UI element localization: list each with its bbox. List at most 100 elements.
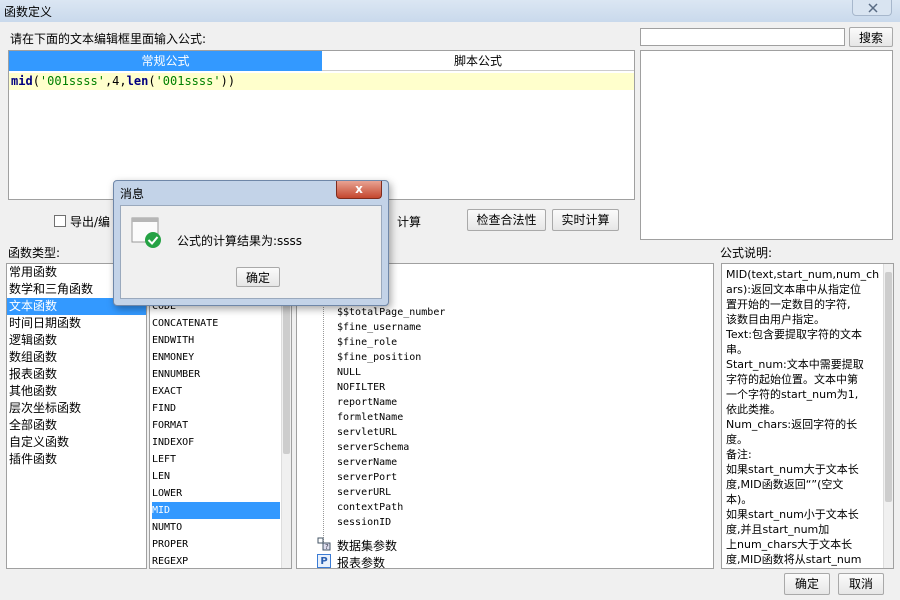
category-item[interactable]: 自定义函数: [7, 434, 146, 451]
function-list[interactable]: CODE CONCATENATE ENDWITH ENMONEY ENNUMBE…: [149, 263, 292, 569]
description-line: 置开始的一定数目的字符,: [726, 298, 851, 311]
window-titlebar: [0, 0, 900, 22]
parameter-tree[interactable]: 8] umber $$totalPage_number $fine_userna…: [296, 263, 714, 569]
formula-editor[interactable]: 常规公式 脚本公式 mid('001ssss',4,len('001ssss')…: [8, 50, 635, 200]
category-item[interactable]: 全部函数: [7, 417, 146, 434]
category-item[interactable]: 插件函数: [7, 451, 146, 468]
param-item[interactable]: serverPort: [337, 470, 445, 485]
close-icon: [868, 3, 878, 13]
function-list-scrollbar[interactable]: [281, 264, 291, 568]
editor-prompt: 请在下面的文本编辑框里面输入公式:: [10, 32, 207, 46]
function-item[interactable]: CONCATENATE: [152, 315, 280, 332]
export-checkbox[interactable]: [54, 215, 66, 227]
function-item[interactable]: ENDWITH: [152, 332, 280, 349]
formula-paren: (: [32, 74, 40, 88]
folder-dataset-params[interactable]: 数据集参数: [337, 537, 397, 554]
category-item[interactable]: 层次坐标函数: [7, 400, 146, 417]
description-line: 如果start_num小于文本长: [726, 508, 859, 521]
message-body: 公式的计算结果为:ssss 确定: [120, 205, 382, 299]
function-item[interactable]: EXACT: [152, 383, 280, 400]
formula-function: mid: [11, 74, 33, 88]
category-list[interactable]: 常用函数 数学和三角函数 文本函数 时间日期函数 逻辑函数 数组函数 报表函数 …: [6, 263, 147, 569]
description-line: 一个字符的start_num为1,: [726, 388, 859, 401]
description-line: 度,MID函数返回“”(空文: [726, 478, 844, 491]
description-line: Text:包含要提取字符的文本: [726, 328, 862, 341]
message-dialog-title: 消息: [120, 187, 145, 201]
description-line: 备注:: [726, 448, 752, 461]
category-item[interactable]: 其他函数: [7, 383, 146, 400]
formula-paren: )): [220, 74, 236, 88]
function-item[interactable]: NUMTO: [152, 519, 280, 536]
function-item[interactable]: LEN: [152, 468, 280, 485]
window-close-button[interactable]: [852, 0, 892, 16]
cancel-button[interactable]: 取消: [838, 573, 884, 595]
formula-string: '001ssss': [155, 74, 221, 88]
search-input[interactable]: [640, 28, 845, 46]
category-item[interactable]: 逻辑函数: [7, 332, 146, 349]
param-item[interactable]: reportName: [337, 395, 445, 410]
check-validity-button[interactable]: 检查合法性: [467, 209, 546, 231]
category-item[interactable]: 数组函数: [7, 349, 146, 366]
close-icon: x: [355, 182, 363, 196]
tab-script-formula[interactable]: 脚本公式: [322, 51, 634, 71]
param-item[interactable]: formletName: [337, 410, 445, 425]
param-item[interactable]: serverSchema: [337, 440, 445, 455]
param-item[interactable]: $$totalPage_number: [337, 305, 445, 320]
param-item[interactable]: serverName: [337, 455, 445, 470]
report-params-icon: P: [317, 554, 331, 568]
ok-button[interactable]: 确定: [784, 573, 830, 595]
function-item[interactable]: LOWER: [152, 485, 280, 502]
description-line: 该数目由用户指定。: [726, 313, 825, 326]
search-button[interactable]: 搜索: [849, 27, 893, 47]
formula-paren: (: [148, 74, 156, 88]
param-item[interactable]: servletURL: [337, 425, 445, 440]
category-label: 函数类型:: [8, 246, 61, 260]
function-item[interactable]: FIND: [152, 400, 280, 417]
param-item[interactable]: $fine_position: [337, 350, 445, 365]
svg-text:?: ?: [325, 543, 329, 551]
message-ok-button[interactable]: 确定: [236, 267, 280, 287]
description-line: 度。: [726, 433, 748, 446]
tree-guide: [323, 274, 324, 544]
tab-regular-formula[interactable]: 常规公式: [9, 51, 322, 71]
realtime-calc-button[interactable]: 实时计算: [552, 209, 619, 231]
window-title: 函数定义: [4, 5, 53, 19]
function-item[interactable]: FORMAT: [152, 417, 280, 434]
param-item[interactable]: sessionID: [337, 515, 445, 530]
formula-line[interactable]: mid('001ssss',4,len('001ssss')): [9, 73, 634, 90]
export-label: 导出/编: [70, 215, 111, 229]
param-item[interactable]: $fine_role: [337, 335, 445, 350]
function-item[interactable]: REGEXP: [152, 553, 280, 568]
function-item[interactable]: PROPER: [152, 536, 280, 553]
param-item[interactable]: serverURL: [337, 485, 445, 500]
description-line: Num_chars:返回字符的长: [726, 418, 858, 431]
function-item-selected[interactable]: MID: [152, 502, 280, 519]
message-close-button[interactable]: x: [336, 181, 382, 199]
message-dialog: 消息 x 公式的计算结果为:ssss 确定: [113, 180, 389, 306]
description-scrollbar[interactable]: [883, 264, 893, 568]
category-item[interactable]: 时间日期函数: [7, 315, 146, 332]
category-item[interactable]: 报表函数: [7, 366, 146, 383]
function-item[interactable]: INDEXOF: [152, 434, 280, 451]
param-item[interactable]: NOFILTER: [337, 380, 445, 395]
folder-report-params[interactable]: 报表参数: [337, 554, 385, 568]
description-line: 本)。: [726, 493, 753, 506]
description-line: 串。: [726, 343, 748, 356]
formula-string: '001ssss': [39, 74, 105, 88]
scrollbar-thumb[interactable]: [885, 272, 892, 502]
param-item[interactable]: $fine_username: [337, 320, 445, 335]
function-item[interactable]: LEFT: [152, 451, 280, 468]
description-line: Start_num:文本中需要提取: [726, 358, 864, 371]
description-line: 度,MID函数将从start_num: [726, 553, 862, 566]
description-line: MID(text,start_num,num_ch: [726, 268, 880, 281]
function-item[interactable]: ENNUMBER: [152, 366, 280, 383]
param-item[interactable]: contextPath: [337, 500, 445, 515]
dataset-params-icon: ?: [317, 537, 331, 551]
param-item[interactable]: NULL: [337, 365, 445, 380]
description-line: 度,并且start_num加: [726, 523, 830, 536]
description-line: 如果start_num大于文本长: [726, 463, 859, 476]
description-line: 字符的起始位置。文本中第: [726, 373, 858, 386]
success-check-icon: [131, 216, 163, 248]
function-item[interactable]: ENMONEY: [152, 349, 280, 366]
description-line: 依此类推。: [726, 403, 781, 416]
